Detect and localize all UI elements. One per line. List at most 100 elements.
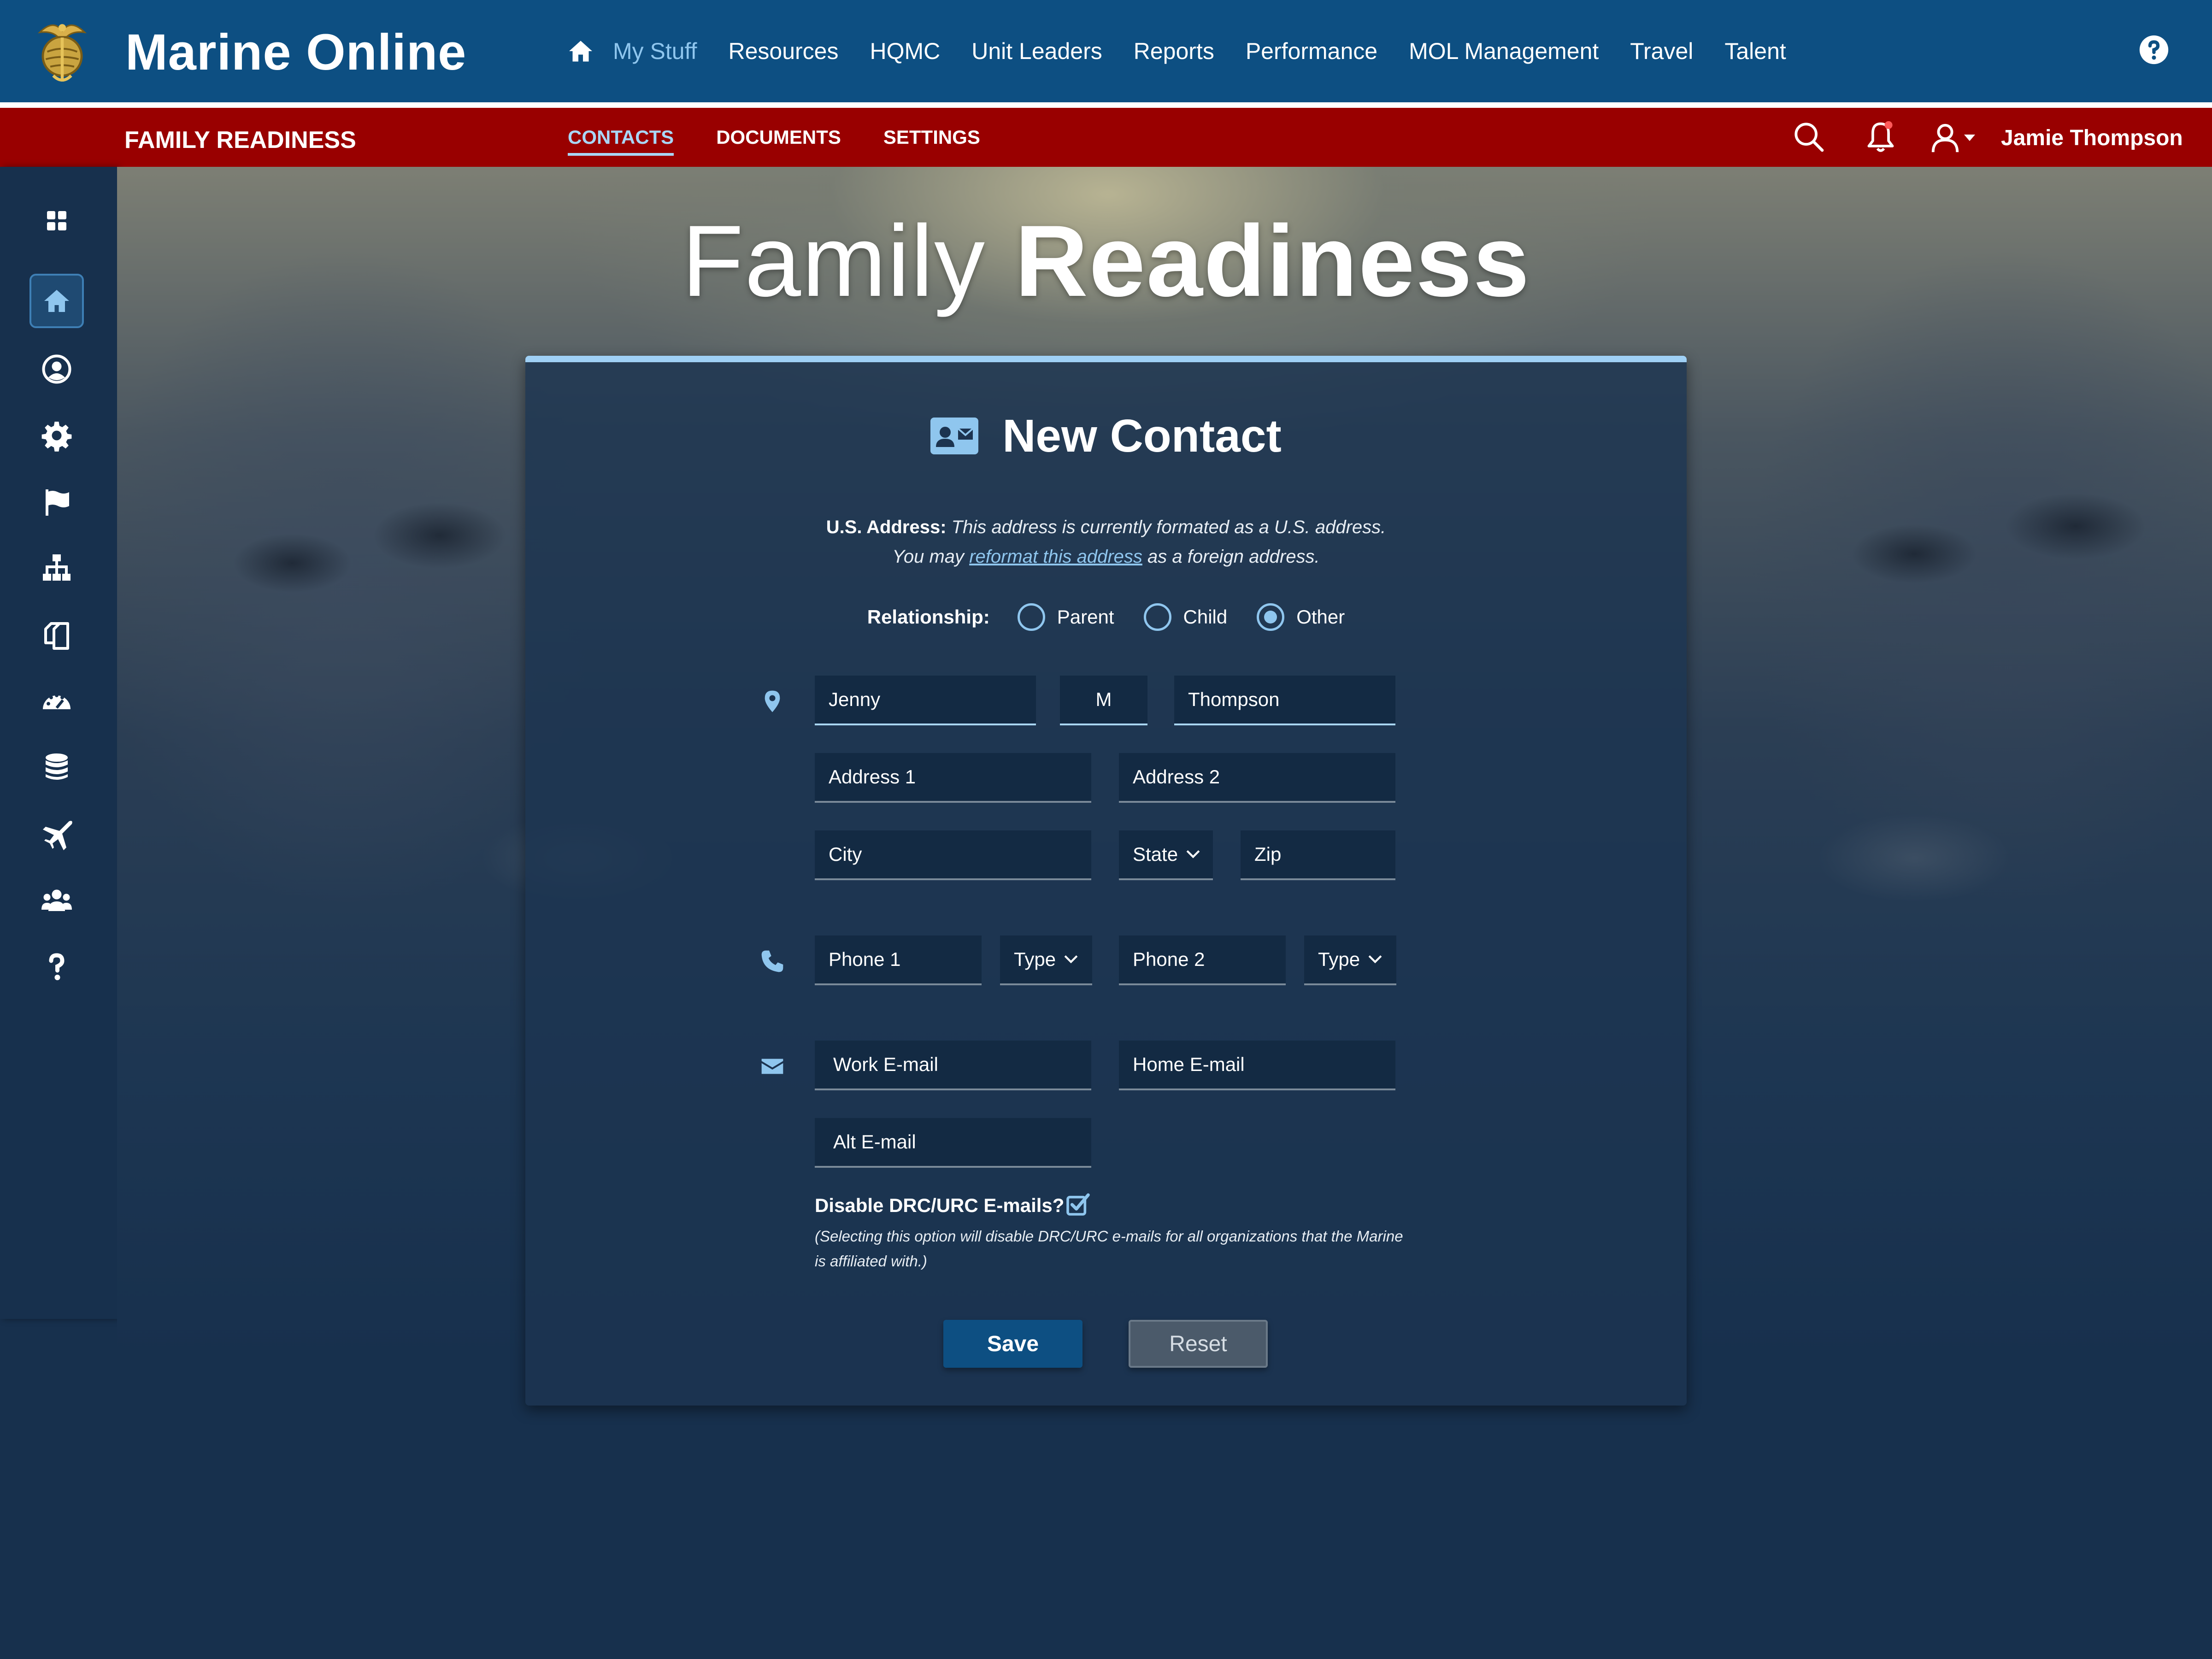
tab-contacts[interactable]: CONTACTS [568,126,674,156]
dashboard-icon [43,694,71,709]
address-note-suffix: as a foreign address. [1147,547,1320,567]
address-note-label: U.S. Address: [826,517,947,537]
map-marker-icon [765,690,780,712]
home-email-field[interactable]: Home E-mail [1119,1041,1395,1090]
radio-unchecked-icon [1017,603,1045,631]
question-icon [49,953,65,980]
header-divider [0,102,2212,108]
disable-emails-note: (Selecting this option will disable DRC/… [815,1228,1403,1270]
relationship-other-radio[interactable]: Other [1257,603,1345,631]
sidebar-item-settings[interactable] [29,408,84,463]
sidebar-item-documents[interactable] [29,607,84,662]
address1-field[interactable]: Address 1 [815,753,1091,803]
user-icon[interactable] [1929,121,1961,154]
nav-travel[interactable]: Travel [1630,38,1693,65]
sidebar-item-flag[interactable] [29,475,84,529]
relationship-parent-radio[interactable]: Parent [1017,603,1114,631]
nav-hqmc[interactable]: HQMC [870,38,940,65]
help-icon[interactable] [2138,34,2170,65]
phone1-field[interactable]: Phone 1 [815,935,982,985]
new-contact-card: New Contact U.S. Address: This address i… [525,356,1687,1406]
tab-documents[interactable]: DOCUMENTS [716,126,841,148]
address-format-note: U.S. Address: This address is currently … [525,512,1687,571]
reset-button[interactable]: Reset [1129,1320,1268,1368]
phone-icon [761,950,783,972]
nav-resources[interactable]: Resources [728,38,838,65]
city-field[interactable]: City [815,830,1091,880]
nav-performance[interactable]: Performance [1246,38,1377,65]
documents-icon [44,622,69,650]
app-title[interactable]: Marine Online [125,23,466,82]
eagle-globe-anchor-logo[interactable] [25,13,100,88]
nav-talent[interactable]: Talent [1724,38,1786,65]
radio-unchecked-icon [1143,603,1171,631]
main-nav: My Stuff Resources HQMC Unit Leaders Rep… [567,0,1818,102]
module-title[interactable]: FAMILY READINESS [124,126,356,154]
org-chart-icon [43,554,71,581]
database-icon [46,753,68,780]
module-tabs: CONTACTS DOCUMENTS SETTINGS [568,108,1023,167]
checkbox-checked-icon[interactable] [1065,1192,1090,1218]
alt-email-field[interactable]: Alt E-mail [815,1118,1091,1168]
phone2-type-label: Type [1318,948,1360,970]
middle-initial-field[interactable]: M [1060,676,1147,725]
sidebar-item-database[interactable] [29,740,84,794]
work-email-field[interactable]: Work E-mail [815,1041,1091,1090]
phone1-type-select[interactable]: Type [1000,935,1092,985]
contact-card-icon [930,418,979,454]
zip-field[interactable]: Zip [1241,830,1395,880]
radio-label: Child [1183,606,1228,628]
group-icon [41,889,72,911]
address-note-prefix: You may [892,547,965,567]
chevron-down-icon[interactable] [1963,134,1976,143]
home-icon[interactable] [567,37,594,65]
sidebar-item-profile[interactable] [29,342,84,396]
module-bar: FAMILY READINESS CONTACTS DOCUMENTS SETT… [0,108,2212,167]
sidebar-item-organization[interactable] [29,541,84,595]
first-name-field[interactable]: Jenny [815,676,1036,725]
chevron-down-icon [1064,955,1078,964]
state-select[interactable]: State [1119,830,1213,880]
address2-field[interactable]: Address 2 [1119,753,1395,803]
save-button[interactable]: Save [943,1320,1082,1368]
address-note-text: This address is currently formated as a … [951,517,1386,537]
plane-icon [43,821,72,850]
radio-label: Parent [1057,606,1114,628]
relationship-group: Relationship: Parent Child Other [525,601,1687,633]
bell-icon[interactable] [1865,120,1897,154]
tab-settings[interactable]: SETTINGS [883,126,980,148]
user-name[interactable]: Jamie Thompson [2001,125,2183,151]
flag-icon [46,489,69,516]
gear-icon [41,422,72,452]
nav-my-stuff[interactable]: My Stuff [613,38,697,65]
disable-emails-label: Disable DRC/URC E-mails? [815,1194,1065,1216]
chevron-down-icon [1368,955,1382,964]
nav-mol-management[interactable]: MOL Management [1409,38,1599,65]
radio-checked-icon [1257,603,1285,631]
envelope-icon [761,1059,783,1074]
card-header: New Contact [525,408,1687,464]
nav-unit-leaders[interactable]: Unit Leaders [971,38,1102,65]
phone1-type-label: Type [1014,948,1056,970]
profile-icon [42,354,71,384]
relationship-label: Relationship: [867,606,990,628]
hero-title-bold: Readiness [1015,204,1530,318]
sidebar-item-groups[interactable] [29,873,84,927]
hero-title-light: Family [682,204,986,318]
radio-label: Other [1296,606,1345,628]
phone2-field[interactable]: Phone 2 [1119,935,1286,985]
phone2-type-select[interactable]: Type [1304,935,1396,985]
reformat-address-link[interactable]: reformat this address [969,547,1142,567]
top-navigation-bar: Marine Online My Stuff Resources HQMC Un… [0,0,2212,102]
chevron-down-icon [1186,850,1200,859]
sidebar [0,167,117,1319]
last-name-field[interactable]: Thompson [1174,676,1395,725]
sidebar-item-dashboard[interactable] [29,674,84,728]
form-title: New Contact [1002,410,1282,462]
relationship-child-radio[interactable]: Child [1143,603,1228,631]
sidebar-item-help[interactable] [29,939,84,994]
nav-reports[interactable]: Reports [1134,38,1214,65]
search-icon[interactable] [1793,121,1825,153]
sidebar-item-travel[interactable] [29,806,84,861]
state-select-label: State [1133,843,1178,865]
